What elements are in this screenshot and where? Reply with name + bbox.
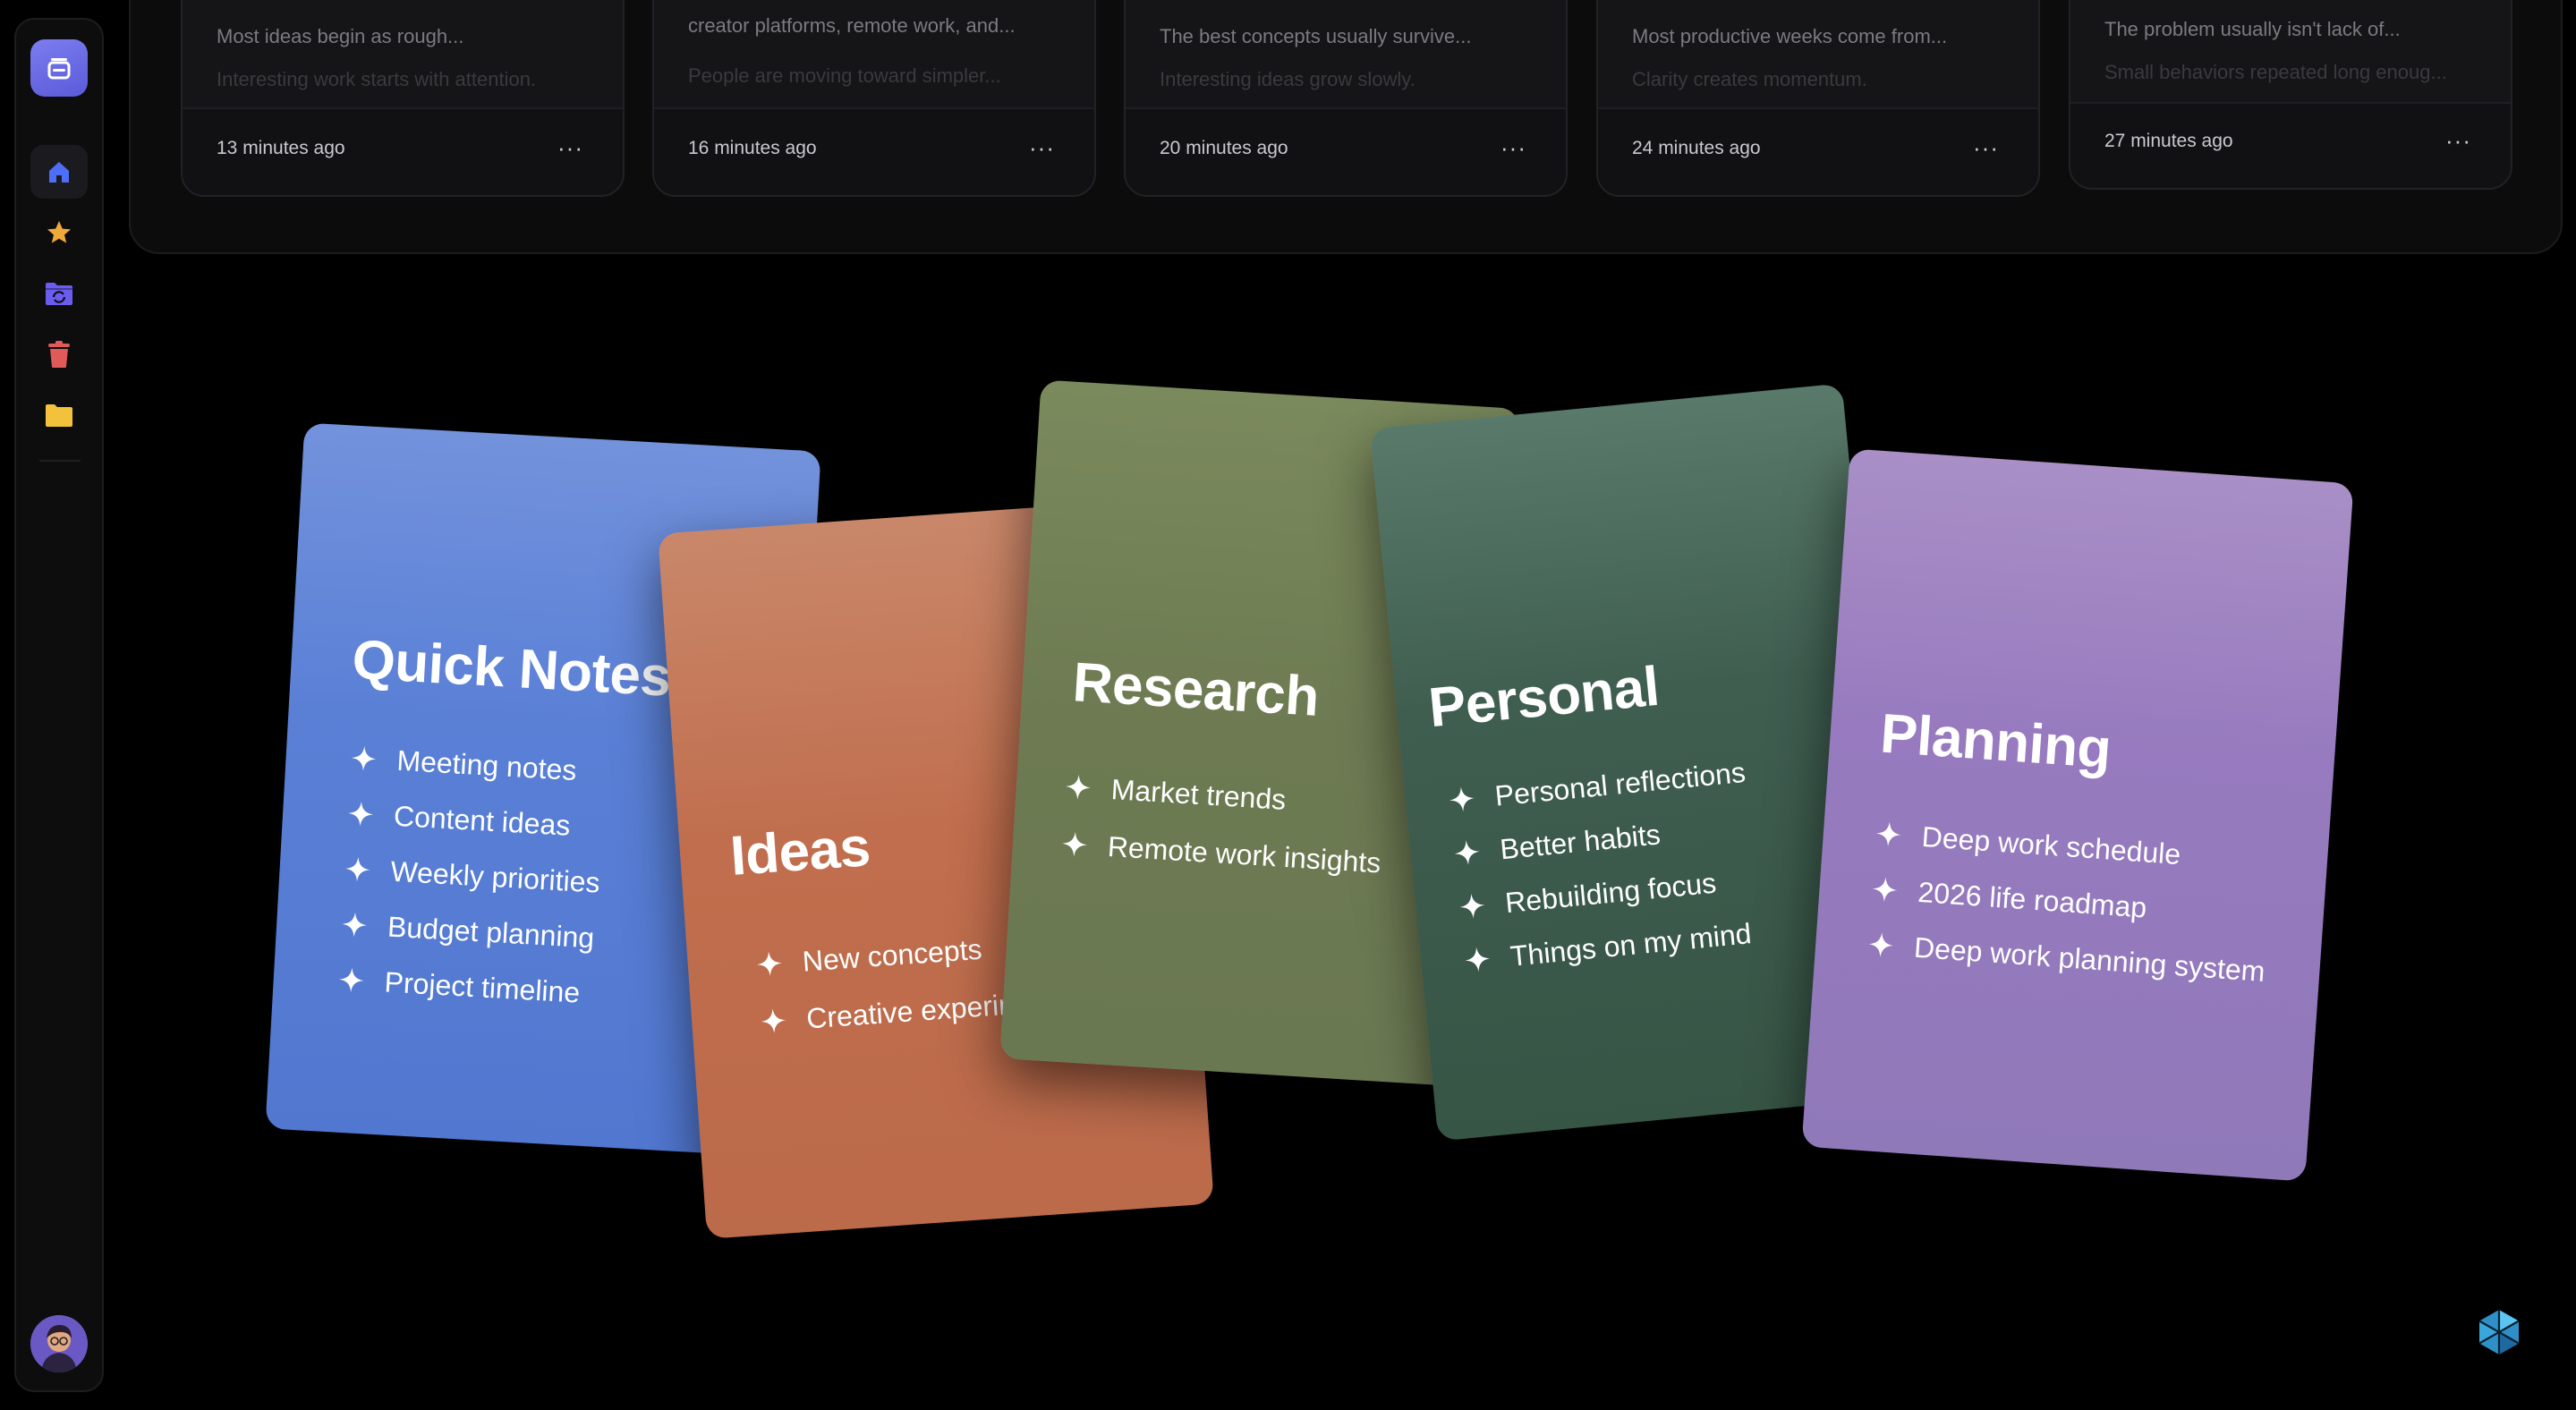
recent-note-card[interactable]: Most ideas begin as rough... Interesting… <box>181 0 625 197</box>
note-preview <box>1598 0 2038 109</box>
sidebar <box>14 18 104 1392</box>
sparkle-icon <box>1458 891 1487 921</box>
sparkle-icon <box>1448 785 1477 814</box>
folder-item-list: Meeting notes Content ideas Weekly prior… <box>336 730 608 1021</box>
more-options-button[interactable]: ··· <box>1973 136 1999 159</box>
hexagon-assistant-icon[interactable] <box>2475 1308 2523 1356</box>
folder-item-label: New concepts <box>801 932 983 978</box>
note-timestamp: 24 minutes ago <box>1632 138 1761 158</box>
stack-icon <box>47 58 71 80</box>
note-preview-line: Interesting ideas grow slowly. <box>1160 68 1416 90</box>
star-icon <box>47 221 71 243</box>
more-options-button[interactable]: ··· <box>2445 129 2471 152</box>
sparkle-icon <box>350 744 378 773</box>
more-options-button[interactable]: ··· <box>1501 136 1526 159</box>
sparkle-icon <box>1452 838 1482 868</box>
sparkle-icon <box>755 949 784 978</box>
avatar-icon <box>30 1315 88 1372</box>
sidebar-item-trash[interactable] <box>30 327 88 381</box>
note-timestamp: 13 minutes ago <box>217 138 345 158</box>
folder-item-list: Deep work schedule 2026 life roadmap Dee… <box>1866 805 2274 999</box>
recent-note-card[interactable]: Most productive weeks come from... Clari… <box>1596 0 2040 197</box>
folder-item-list: Market trends Remote work insights <box>1059 758 1386 892</box>
sidebar-item-home[interactable] <box>30 145 88 199</box>
folder-item-label: Things on my mind <box>1509 916 1753 973</box>
note-preview-line: Interesting work starts with attention. <box>217 68 537 90</box>
recent-note-card[interactable]: The best concepts usually survive... Int… <box>1124 0 1568 197</box>
folder-item-list: Personal reflections Better habits Rebui… <box>1446 745 1764 988</box>
user-avatar[interactable] <box>30 1315 88 1372</box>
sparkle-icon <box>1064 773 1092 802</box>
app-logo-button[interactable] <box>30 39 88 97</box>
folder-item-label: Budget planning <box>387 910 596 954</box>
folder-title: Quick Notes <box>350 628 673 709</box>
note-timestamp: 16 minutes ago <box>688 138 817 158</box>
note-timestamp: 27 minutes ago <box>2104 131 2233 151</box>
folder-card-planning[interactable]: Planning Deep work schedule 2026 life ro… <box>1801 448 2354 1182</box>
sparkle-icon <box>344 855 372 884</box>
folder-item-label: Weekly priorities <box>389 854 601 899</box>
sparkle-icon <box>759 1007 787 1035</box>
folder-item-label: Deep work schedule <box>1920 820 2182 871</box>
sparkle-icon <box>1871 875 1900 904</box>
sparkle-icon <box>1463 945 1492 974</box>
sparkle-icon <box>1866 930 1895 959</box>
note-preview-line: Most productive weeks come from... <box>1632 25 1948 47</box>
sidebar-divider <box>39 460 81 462</box>
note-preview-line: Most ideas begin as rough... <box>217 25 464 47</box>
folder-item-label: Better habits <box>1498 817 1662 865</box>
trash-icon <box>48 341 70 368</box>
sync-folder-icon <box>46 283 72 305</box>
sidebar-item-folders[interactable] <box>30 388 88 442</box>
home-icon <box>49 162 69 183</box>
folder-item-list: New concepts Creative experim <box>754 918 1024 1050</box>
sparkle-icon <box>337 966 366 995</box>
recent-note-card[interactable]: The problem usually isn't lack of... Sma… <box>2069 0 2512 190</box>
folder-item-label: Remote work insights <box>1106 829 1382 879</box>
more-options-button[interactable]: ··· <box>557 136 583 159</box>
note-preview <box>1126 0 1566 109</box>
sparkle-icon <box>346 800 375 828</box>
folder-item-label: Project timeline <box>383 964 582 1009</box>
note-preview <box>183 0 623 109</box>
folder-item-label: Content ideas <box>393 799 572 842</box>
folder-title: Research <box>1071 651 1321 728</box>
note-timestamp: 20 minutes ago <box>1160 138 1288 158</box>
folder-item-label: Market trends <box>1109 772 1288 816</box>
folder-item-label: Creative experim <box>805 987 1024 1034</box>
more-options-button[interactable]: ··· <box>1029 136 1055 159</box>
note-preview <box>2070 0 2511 104</box>
folder-title: Planning <box>1878 702 2113 781</box>
note-preview-line: The problem usually isn't lack of... <box>2104 18 2401 40</box>
sidebar-item-favorites[interactable] <box>30 206 88 259</box>
folder-item-label: Rebuilding focus <box>1503 866 1718 919</box>
folder-title: Personal <box>1425 655 1662 740</box>
note-preview-line: People are moving toward simpler... <box>688 64 1001 87</box>
note-preview-line: creator platforms, remote work, and... <box>688 14 1016 37</box>
recent-note-card[interactable]: creator platforms, remote work, and... P… <box>652 0 1096 197</box>
sparkle-icon <box>340 911 369 939</box>
folder-title: Ideas <box>728 816 872 888</box>
sparkle-icon <box>1060 830 1089 859</box>
note-preview-line: Small behaviors repeated long enoug... <box>2104 61 2447 83</box>
sidebar-item-synced[interactable] <box>30 267 88 320</box>
folder-icon <box>46 404 72 427</box>
folder-item-label: 2026 life roadmap <box>1917 875 2148 924</box>
folder-item-label: Meeting notes <box>395 743 578 786</box>
sparkle-icon <box>1875 820 1903 848</box>
note-preview-line: Clarity creates momentum. <box>1632 68 1867 90</box>
note-preview-line: The best concepts usually survive... <box>1160 25 1472 47</box>
